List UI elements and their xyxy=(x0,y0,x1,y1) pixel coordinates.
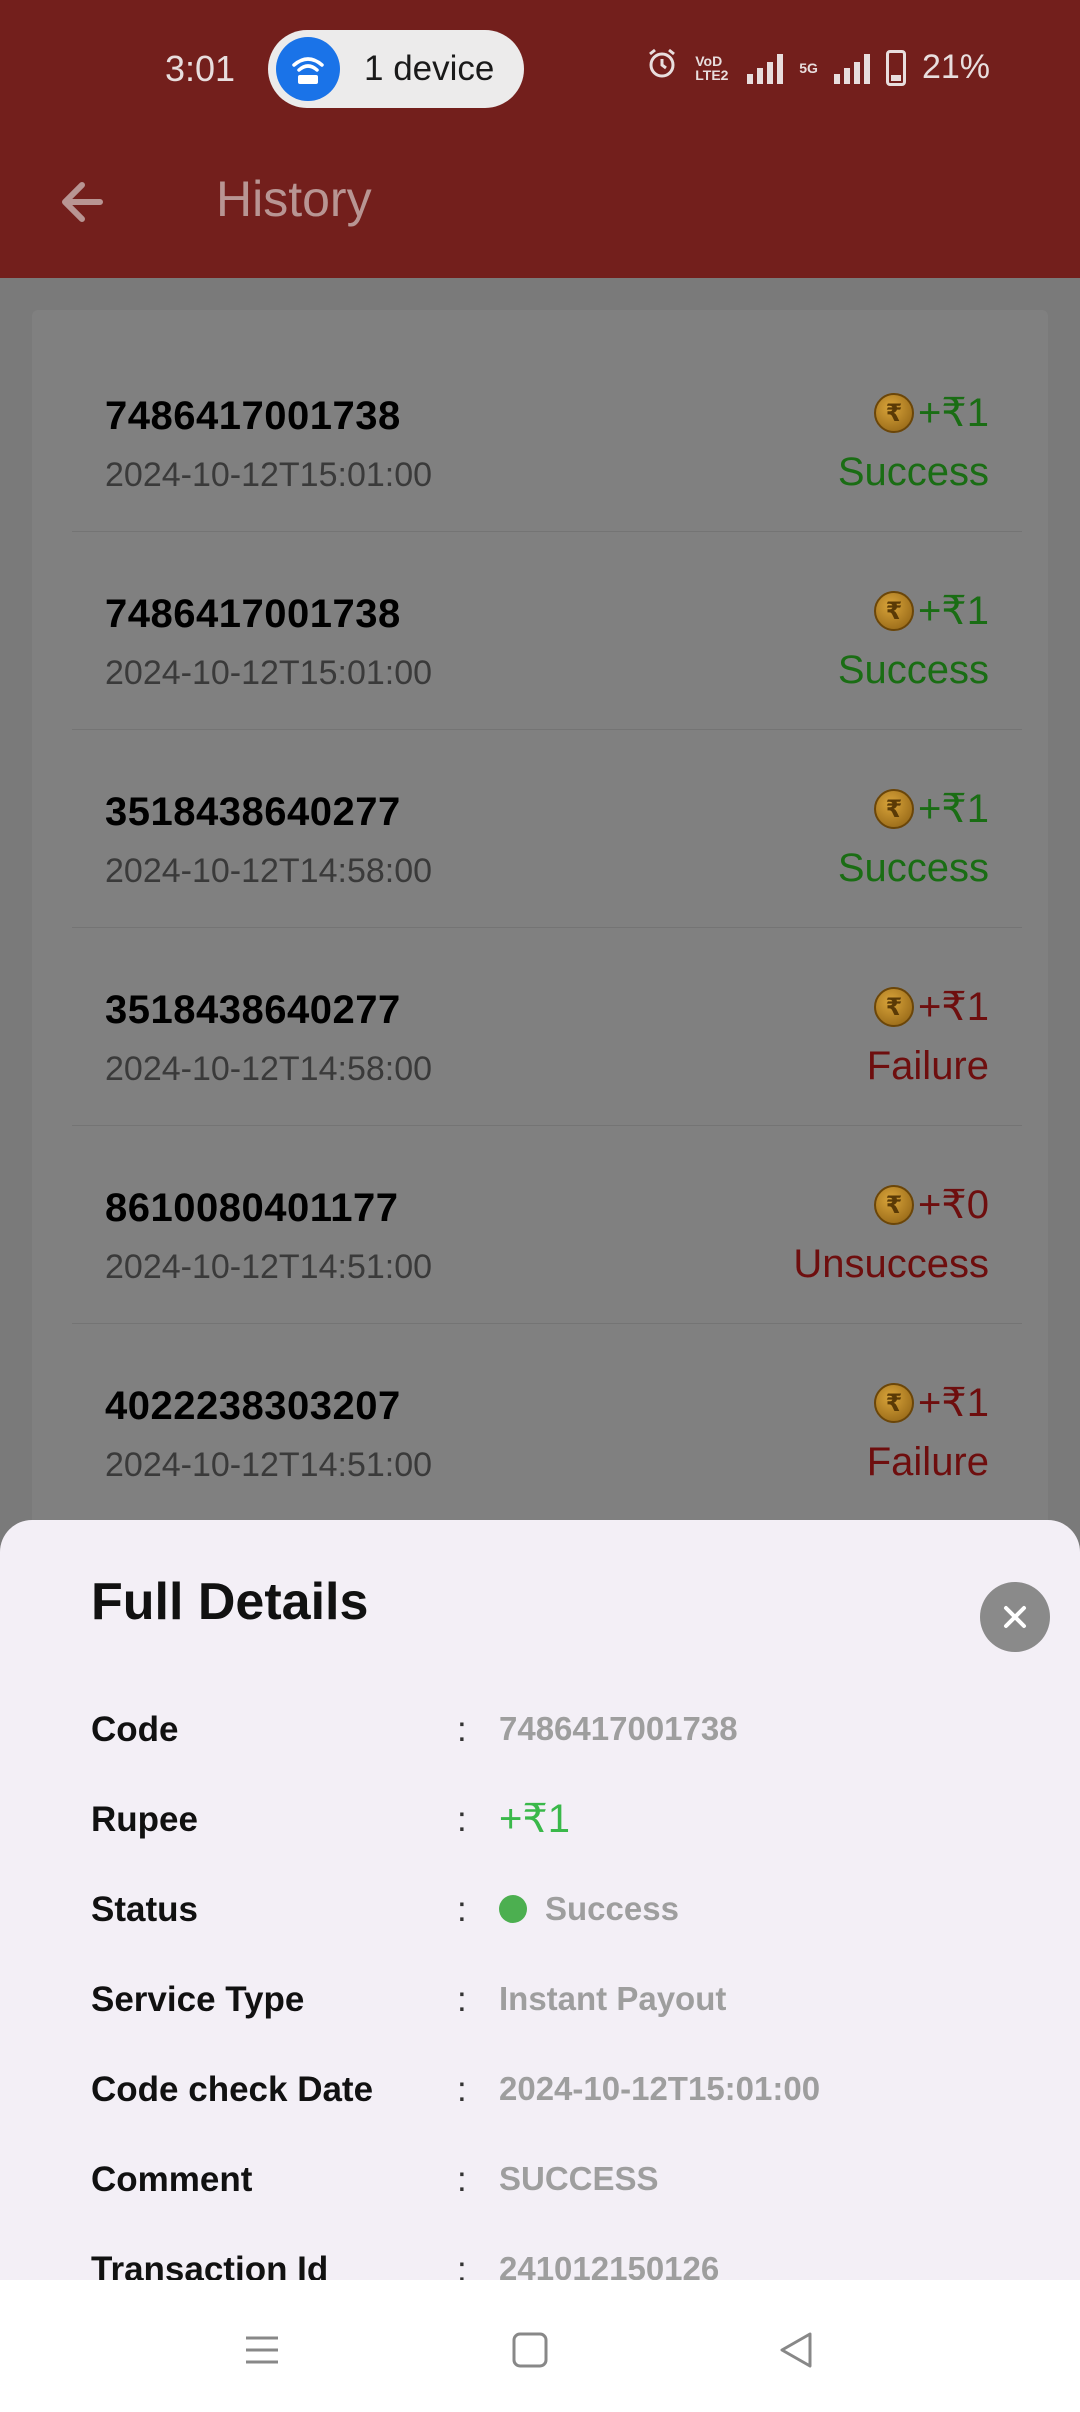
status-time: 3:01 xyxy=(165,48,236,89)
detail-label: Code check Date xyxy=(91,2070,374,2109)
detail-value: 7486417001738 xyxy=(499,1710,738,1747)
rupee-coin-icon: ₹ xyxy=(873,987,914,1027)
rupee-coin-icon: ₹ xyxy=(873,1185,914,1225)
detail-row-transaction-id: Transaction Id : 241012150126 xyxy=(91,2230,1051,2289)
detail-separator: : xyxy=(457,1710,467,1749)
history-status: Success xyxy=(837,450,989,494)
history-date: 2024-10-12T14:58:00 xyxy=(105,1050,433,1088)
detail-label: Comment xyxy=(91,2160,253,2199)
history-status: Success xyxy=(837,846,989,890)
detail-label: Status xyxy=(91,1890,198,1929)
status-bar: 3:01 1 device VoD LTE2 5G 21% xyxy=(0,0,1080,140)
detail-value: SUCCESS xyxy=(499,2160,659,2197)
rupee-coin-icon: ₹ xyxy=(873,393,914,433)
close-icon[interactable] xyxy=(980,1582,1050,1652)
detail-separator: : xyxy=(457,2160,467,2199)
history-amount: ₹ +₹1 xyxy=(873,390,989,436)
history-row[interactable]: 8610080401177 2024-10-12T14:51:00 ₹ +₹0 U… xyxy=(72,1126,1022,1324)
app-bar: History xyxy=(0,140,1080,278)
wifi-hotspot-icon xyxy=(276,37,340,101)
sheet-title: Full Details xyxy=(91,1573,369,1631)
history-status: Success xyxy=(837,648,989,692)
detail-label: Code xyxy=(91,1710,179,1749)
detail-separator: : xyxy=(457,1890,467,1929)
detail-value: +₹1 xyxy=(499,1797,571,1841)
history-row[interactable]: 4022238303207 2024-10-12T14:51:00 ₹ +₹1 F… xyxy=(72,1324,1022,1522)
home-icon[interactable] xyxy=(500,2320,560,2380)
history-status: Failure xyxy=(866,1440,989,1484)
system-nav-bar xyxy=(0,2280,1080,2412)
status-icons: VoD LTE2 5G 21% xyxy=(645,46,990,89)
history-date: 2024-10-12T14:58:00 xyxy=(105,852,433,890)
detail-row-code: Code : 7486417001738 xyxy=(91,1710,1051,1770)
signal-icon-1 xyxy=(747,52,784,84)
history-date: 2024-10-12T15:01:00 xyxy=(105,654,433,692)
back-arrow-icon[interactable] xyxy=(52,170,116,234)
hotspot-label: 1 device xyxy=(364,49,495,88)
history-status: Failure xyxy=(866,1044,989,1088)
history-date: 2024-10-12T15:01:00 xyxy=(105,456,433,494)
history-code: 3518438640277 xyxy=(105,988,401,1032)
history-code: 7486417001738 xyxy=(105,592,401,636)
history-amount: ₹ +₹1 xyxy=(873,588,989,634)
detail-row-status: Status : Success xyxy=(91,1890,1051,1950)
history-code: 4022238303207 xyxy=(105,1384,401,1428)
detail-value: Success xyxy=(499,1890,679,1928)
history-amount: ₹ +₹1 xyxy=(873,786,989,832)
volte-label: VoD LTE2 xyxy=(695,52,729,83)
network-type-label: 5G xyxy=(799,59,818,76)
history-date: 2024-10-12T14:51:00 xyxy=(105,1248,433,1286)
history-status: Unsuccess xyxy=(793,1242,989,1286)
alarm-icon xyxy=(645,46,679,89)
details-bottom-sheet: Full Details Code : 7486417001738 Rupee … xyxy=(0,1520,1080,2289)
history-code: 3518438640277 xyxy=(105,790,401,834)
history-code: 7486417001738 xyxy=(105,394,401,438)
history-code: 8610080401177 xyxy=(105,1186,399,1230)
history-row[interactable]: 3518438640277 2024-10-12T14:58:00 ₹ +₹1 F… xyxy=(72,928,1022,1126)
battery-percent: 21% xyxy=(921,48,990,86)
menu-icon[interactable] xyxy=(232,2320,292,2380)
history-row[interactable]: 7486417001738 2024-10-12T15:01:00 ₹ +₹1 S… xyxy=(72,334,1022,532)
rupee-coin-icon: ₹ xyxy=(873,591,914,631)
history-row[interactable]: 7486417001738 2024-10-12T15:01:00 ₹ +₹1 S… xyxy=(72,532,1022,730)
detail-separator: : xyxy=(457,2070,467,2109)
rupee-coin-icon: ₹ xyxy=(873,789,914,829)
detail-value: 2024-10-12T15:01:00 xyxy=(499,2070,821,2107)
detail-row-rupee: Rupee : +₹1 xyxy=(91,1797,1051,1860)
detail-value: Instant Payout xyxy=(499,1980,727,2017)
page-title: History xyxy=(216,171,372,227)
detail-row-check-date: Code check Date : 2024-10-12T15:01:00 xyxy=(91,2070,1051,2130)
back-triangle-icon[interactable] xyxy=(766,2320,826,2380)
history-amount: ₹ +₹1 xyxy=(873,1380,989,1426)
detail-label: Service Type xyxy=(91,1980,305,2019)
detail-row-comment: Comment : SUCCESS xyxy=(91,2160,1051,2220)
detail-row-service-type: Service Type : Instant Payout xyxy=(91,1980,1051,2040)
history-amount: ₹ +₹0 xyxy=(873,1182,989,1228)
rupee-coin-icon: ₹ xyxy=(873,1383,914,1423)
history-amount: ₹ +₹1 xyxy=(873,984,989,1030)
signal-icon-2 xyxy=(833,52,870,84)
detail-separator: : xyxy=(457,1980,467,2019)
history-date: 2024-10-12T14:51:00 xyxy=(105,1446,433,1484)
detail-label: Rupee xyxy=(91,1800,198,1839)
hotspot-pill[interactable]: 1 device xyxy=(268,30,524,108)
status-dot-icon xyxy=(499,1895,527,1923)
detail-separator: : xyxy=(457,1800,467,1839)
history-row[interactable]: 3518438640277 2024-10-12T14:58:00 ₹ +₹1 S… xyxy=(72,730,1022,928)
battery-icon xyxy=(885,49,906,86)
